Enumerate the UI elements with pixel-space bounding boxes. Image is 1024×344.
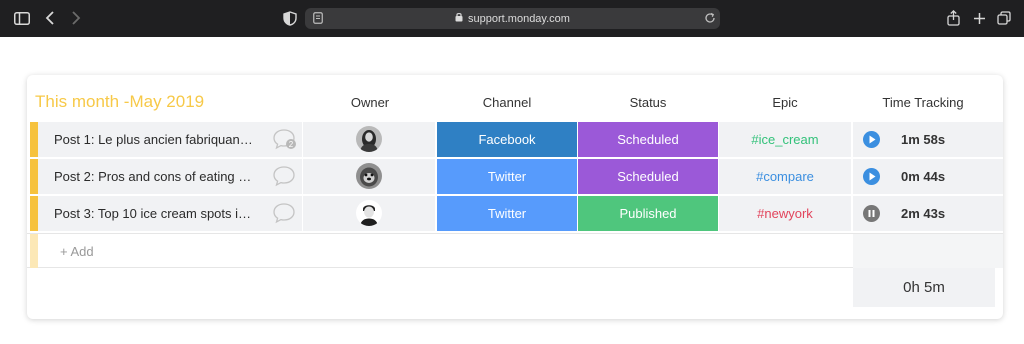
owner-cell[interactable] xyxy=(303,122,435,157)
reader-icon[interactable] xyxy=(308,8,328,28)
owner-cell[interactable] xyxy=(303,159,435,194)
avatar-woman-icon[interactable] xyxy=(356,126,382,152)
group-title[interactable]: This month -May 2019 xyxy=(35,92,204,112)
group-color-strip xyxy=(30,159,38,194)
column-header-channel[interactable]: Channel xyxy=(437,95,577,110)
comment-bubble-icon[interactable] xyxy=(272,165,298,189)
item-name[interactable]: Post 1: Le plus ancien fabriquant de gla… xyxy=(54,132,254,147)
time-value: 1m 58s xyxy=(901,132,946,147)
item-name[interactable]: Post 3: Top 10 ice cream spots in town xyxy=(54,206,254,221)
epic-cell[interactable]: #ice_cream xyxy=(719,122,851,157)
play-icon[interactable] xyxy=(863,131,880,148)
play-icon[interactable] xyxy=(863,168,880,185)
sidebar-toggle-icon[interactable] xyxy=(12,8,32,28)
back-icon[interactable] xyxy=(40,8,60,28)
item-name-cell[interactable]: Post 3: Top 10 ice cream spots in town xyxy=(38,196,302,231)
time-tracking-cell[interactable]: 2m 43s xyxy=(853,196,1003,231)
column-header-owner[interactable]: Owner xyxy=(330,95,410,110)
column-header-time-tracking[interactable]: Time Tracking xyxy=(853,95,993,110)
add-item-button[interactable]: + Add xyxy=(60,244,94,259)
comment-count: 2 xyxy=(289,140,294,149)
add-item-row[interactable]: + Add xyxy=(27,233,1003,268)
status-cell[interactable]: Scheduled xyxy=(578,122,718,157)
table-row[interactable]: Post 1: Le plus ancien fabriquant de gla… xyxy=(27,122,1003,157)
epic-cell[interactable]: #compare xyxy=(719,159,851,194)
channel-cell[interactable]: Twitter xyxy=(437,159,577,194)
avatar-dog-icon[interactable] xyxy=(356,163,382,189)
address-bar[interactable]: support.monday.com xyxy=(305,8,720,29)
reload-icon[interactable] xyxy=(700,8,720,28)
pause-icon[interactable] xyxy=(863,205,880,222)
avatar-man-icon[interactable] xyxy=(356,200,382,226)
forward-icon[interactable] xyxy=(66,8,86,28)
channel-cell[interactable]: Twitter xyxy=(437,196,577,231)
group-color-strip xyxy=(30,234,38,268)
board-card: This month -May 2019 Owner Channel Statu… xyxy=(27,75,1003,319)
time-tracking-cell[interactable]: 1m 58s xyxy=(853,122,1003,157)
share-icon[interactable] xyxy=(943,8,963,28)
time-tracking-empty-cell xyxy=(853,234,1003,268)
status-cell[interactable]: Published xyxy=(578,196,718,231)
browser-toolbar: support.monday.com xyxy=(0,0,1024,37)
item-name-cell[interactable]: Post 2: Pros and cons of eating ice crea… xyxy=(38,159,302,194)
item-name[interactable]: Post 2: Pros and cons of eating ice crea… xyxy=(54,169,254,184)
channel-cell[interactable]: Facebook xyxy=(437,122,577,157)
time-value: 2m 43s xyxy=(901,206,946,221)
group-color-strip xyxy=(30,122,38,157)
comment-bubble-icon[interactable] xyxy=(272,202,298,226)
status-cell[interactable]: Scheduled xyxy=(578,159,718,194)
table-row[interactable]: Post 2: Pros and cons of eating ice crea… xyxy=(27,159,1003,194)
new-tab-icon[interactable] xyxy=(969,8,989,28)
time-tracking-total: 0h 5m xyxy=(853,268,995,307)
column-header-epic[interactable]: Epic xyxy=(719,95,851,110)
time-value: 0m 44s xyxy=(901,169,946,184)
column-header-status[interactable]: Status xyxy=(578,95,718,110)
time-tracking-cell[interactable]: 0m 44s xyxy=(853,159,1003,194)
item-name-cell[interactable]: Post 1: Le plus ancien fabriquant de gla… xyxy=(38,122,302,157)
table-row[interactable]: Post 3: Top 10 ice cream spots in town T… xyxy=(27,196,1003,231)
owner-cell[interactable] xyxy=(303,196,435,231)
url-text: support.monday.com xyxy=(468,12,570,25)
epic-cell[interactable]: #newyork xyxy=(719,196,851,231)
group-color-strip xyxy=(30,196,38,231)
privacy-shield-icon[interactable] xyxy=(280,8,300,28)
tab-overview-icon[interactable] xyxy=(994,8,1014,28)
comment-bubble-icon[interactable]: 2 xyxy=(272,128,298,152)
lock-icon xyxy=(455,12,463,25)
